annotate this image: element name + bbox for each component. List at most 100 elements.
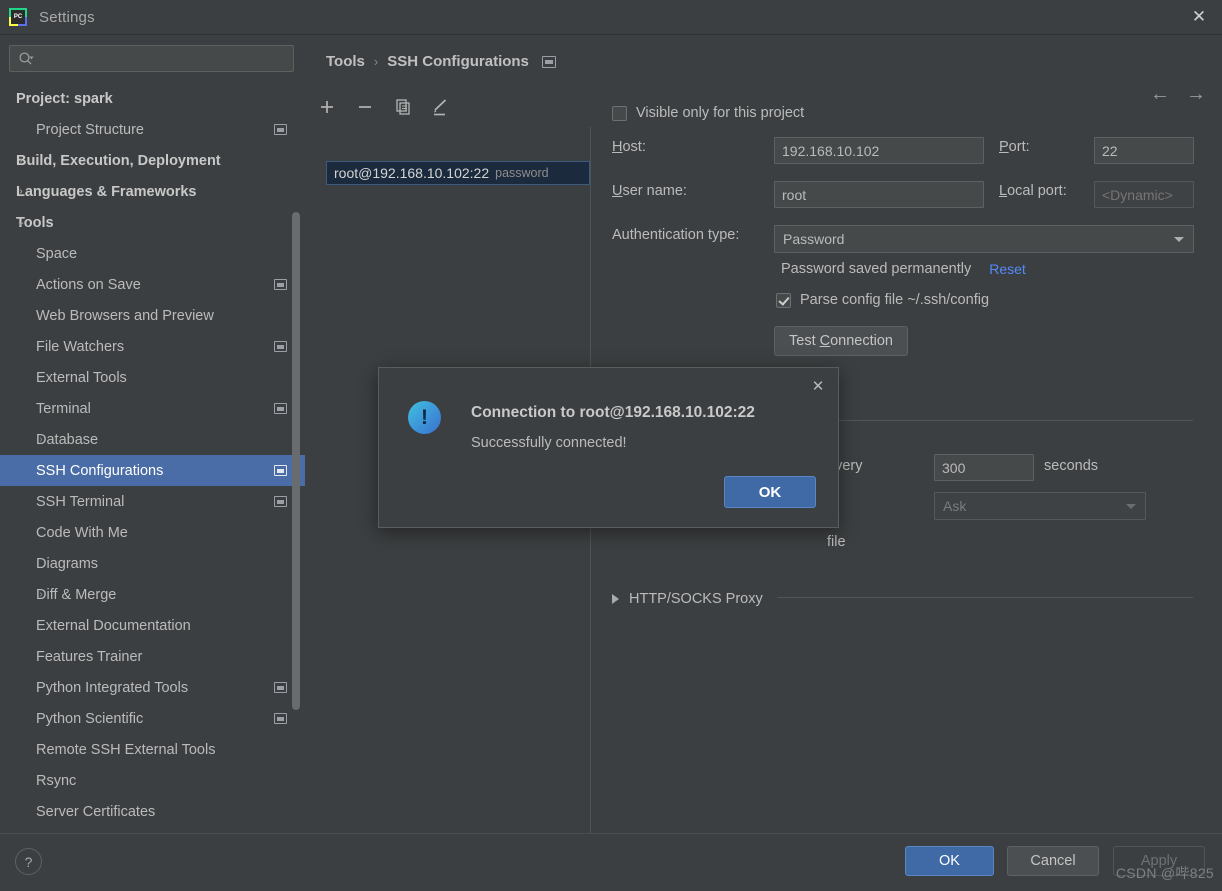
sidebar-item-label: Web Browsers and Preview <box>36 307 214 324</box>
sidebar-item-label: Terminal <box>36 400 91 417</box>
plus-icon[interactable] <box>317 97 337 117</box>
search-container <box>0 35 305 72</box>
sidebar-item-external-documentation[interactable]: External Documentation <box>0 610 305 641</box>
interval-input[interactable] <box>934 454 1034 481</box>
password-saved-label: Password saved permanently <box>781 261 972 277</box>
test-connection-button[interactable]: Test Connection <box>774 326 908 356</box>
logo-text: PC <box>11 10 25 24</box>
chevron-right-icon[interactable]: › <box>34 434 48 445</box>
ask-value: Ask <box>943 498 967 514</box>
sidebar-item-label: Languages & Frameworks <box>16 183 197 200</box>
project-scope-icon <box>274 124 287 135</box>
auth-type-label: Authentication type: <box>612 227 740 243</box>
chevron-right-icon[interactable]: › <box>34 589 48 600</box>
port-label-wrap: Port: <box>999 139 1030 155</box>
help-button[interactable]: ? <box>15 848 42 875</box>
cancel-button[interactable]: Cancel <box>1007 846 1099 876</box>
sidebar-item-languages-frameworks[interactable]: › Languages & Frameworks <box>0 176 305 207</box>
window-title: Settings <box>39 8 95 26</box>
minus-icon[interactable] <box>355 97 375 117</box>
pencil-icon[interactable] <box>431 97 451 117</box>
search-input[interactable] <box>40 46 289 71</box>
auth-type-select[interactable]: Password <box>774 225 1194 253</box>
username-label: User name: <box>612 183 687 199</box>
dialog-close-icon[interactable]: ✕ <box>808 376 828 396</box>
pycharm-logo-icon: PC <box>9 8 27 26</box>
reset-password-link[interactable]: Reset <box>989 261 1026 277</box>
ok-button[interactable]: OK <box>905 846 994 876</box>
visible-only-checkbox[interactable]: Visible only for this project <box>612 105 804 121</box>
project-scope-icon <box>274 341 287 352</box>
sidebar-item-label: SSH Terminal <box>36 493 125 510</box>
proxy-section-label: HTTP/SOCKS Proxy <box>629 591 763 607</box>
username-label-wrap: User name: <box>612 183 687 199</box>
sidebar-item-tools[interactable]: ⌄ Tools <box>0 207 305 238</box>
host-input[interactable] <box>774 137 984 164</box>
chevron-down-icon <box>1174 237 1184 242</box>
sidebar-item-label: Actions on Save <box>36 276 141 293</box>
configuration-auth-type: password <box>495 166 549 180</box>
project-scope-icon <box>274 713 287 724</box>
sidebar-item-server-certificates[interactable]: Server Certificates <box>0 796 305 827</box>
sidebar-item-build-execution-deployment[interactable]: › Build, Execution, Deployment <box>0 145 305 176</box>
sidebar-item-label: SSH Configurations <box>36 462 164 479</box>
sidebar-item-space[interactable]: Space <box>0 238 305 269</box>
sidebar-item-file-watchers[interactable]: File Watchers <box>0 331 305 362</box>
sidebar-scrollbar[interactable] <box>292 212 300 710</box>
sidebar-item-label: Remote SSH External Tools <box>36 741 216 758</box>
sidebar-item-diagrams[interactable]: Diagrams <box>0 548 305 579</box>
sidebar-item-python-scientific[interactable]: Python Scientific <box>0 703 305 734</box>
port-label: Port: <box>999 139 1030 155</box>
sidebar-item-label: Features Trainer <box>36 648 143 665</box>
host-label: Host: <box>612 139 646 155</box>
sidebar-item-diff-merge[interactable]: › Diff & Merge <box>0 579 305 610</box>
chevron-right-icon[interactable]: › <box>14 186 28 197</box>
dialog-message: Successfully connected! <box>471 435 627 451</box>
search-box[interactable] <box>9 45 294 72</box>
title-bar: PC Settings ✕ <box>0 0 1222 35</box>
sidebar-item-features-trainer[interactable]: Features Trainer <box>0 641 305 672</box>
breadcrumb-root[interactable]: Tools <box>326 53 365 70</box>
parse-config-label: Parse config file ~/.ssh/config <box>800 292 990 308</box>
file-label: file <box>827 534 846 550</box>
sidebar-item-label: Code With Me <box>36 524 128 541</box>
local-port-label: Local port: <box>999 183 1067 199</box>
sidebar-item-external-tools[interactable]: External Tools <box>0 362 305 393</box>
sidebar-item-python-integrated-tools[interactable]: Python Integrated Tools <box>0 672 305 703</box>
sidebar-item-label: File Watchers <box>36 338 125 355</box>
dialog-title: Connection to root@192.168.10.102:22 <box>471 404 755 421</box>
dialog-ok-button[interactable]: OK <box>724 476 816 508</box>
sidebar-item-ssh-configurations[interactable]: SSH Configurations <box>0 455 305 486</box>
port-input[interactable] <box>1094 137 1194 164</box>
dialog-footer: ? OK Cancel Apply CSDN @哔825 <box>0 833 1222 891</box>
sidebar-item-code-with-me[interactable]: Code With Me <box>0 517 305 548</box>
local-port-input[interactable] <box>1094 181 1194 208</box>
sidebar-item-terminal[interactable]: Terminal <box>0 393 305 424</box>
list-item[interactable]: root@192.168.10.102:22 password <box>326 161 590 185</box>
chevron-down-icon <box>1126 504 1136 509</box>
sidebar-item-label: External Tools <box>36 369 127 386</box>
project-scope-icon <box>274 465 287 476</box>
close-icon[interactable]: ✕ <box>1176 0 1222 34</box>
sidebar-item-ssh-terminal[interactable]: SSH Terminal <box>0 486 305 517</box>
chevron-right-icon[interactable]: › <box>14 155 28 166</box>
ask-select[interactable]: Ask <box>934 492 1146 520</box>
settings-tree: Project: spark Project Structure › Build, E… <box>0 83 305 827</box>
sidebar-item-project-structure[interactable]: Project Structure <box>0 114 305 145</box>
sidebar-item-rsync[interactable]: Rsync <box>0 765 305 796</box>
seconds-label-wrap: seconds <box>1044 458 1098 474</box>
chevron-down-icon[interactable]: ⌄ <box>14 217 28 228</box>
copy-icon[interactable] <box>393 97 413 117</box>
sidebar-item-label: Project Structure <box>36 121 144 138</box>
sidebar-item-remote-ssh-external-tools[interactable]: Remote SSH External Tools <box>0 734 305 765</box>
sidebar-item-actions-on-save[interactable]: Actions on Save <box>0 269 305 300</box>
username-input[interactable] <box>774 181 984 208</box>
sidebar-item-web-browsers-and-preview[interactable]: Web Browsers and Preview <box>0 300 305 331</box>
info-exclamation-icon <box>408 401 441 434</box>
sidebar-item-database[interactable]: › Database <box>0 424 305 455</box>
parse-config-checkbox[interactable]: Parse config file ~/.ssh/config <box>776 292 989 308</box>
proxy-section-header[interactable]: HTTP/SOCKS Proxy <box>612 591 763 607</box>
search-icon <box>19 52 34 65</box>
sidebar-item-project-spark[interactable]: Project: spark <box>0 83 305 114</box>
project-scope-icon <box>274 403 287 414</box>
